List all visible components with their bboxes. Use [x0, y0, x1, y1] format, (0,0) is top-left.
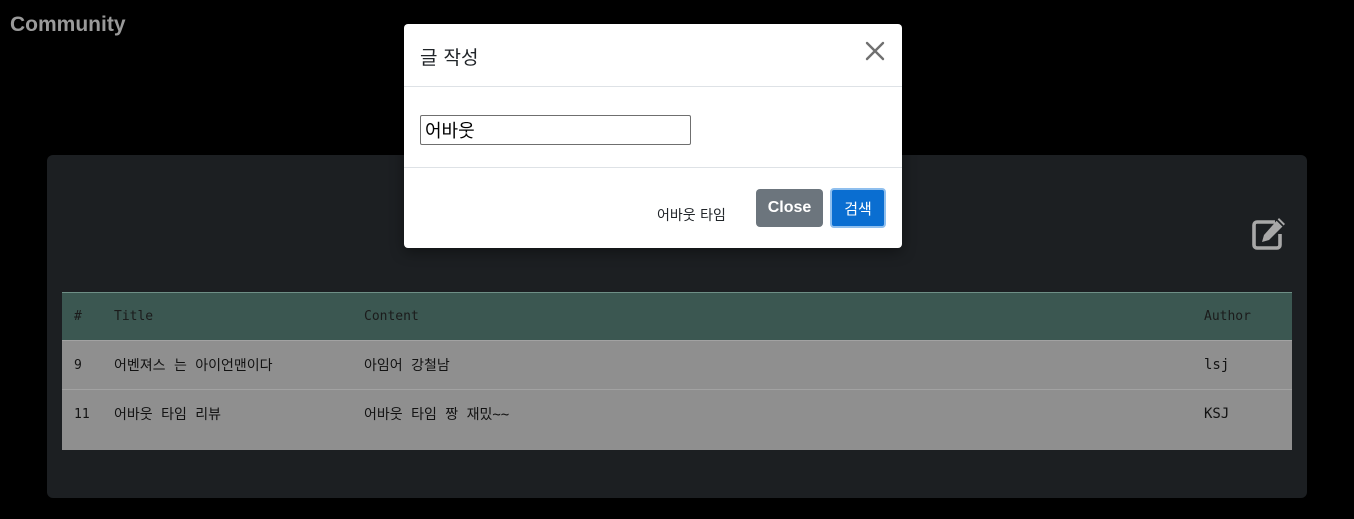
table-header: # Title Content Author — [62, 292, 1292, 340]
search-input[interactable] — [420, 115, 691, 145]
column-header-number: # — [74, 309, 82, 324]
column-header-author: Author — [1204, 309, 1251, 324]
close-button[interactable]: Close — [756, 189, 823, 227]
table-row[interactable]: 9 어벤져스 는 아이언맨이다 아임어 강철남 lsj — [62, 340, 1292, 389]
modal-body — [404, 87, 902, 168]
post-author: lsj — [1204, 357, 1230, 373]
column-header-content: Content — [364, 309, 419, 324]
post-author: KSJ — [1204, 406, 1230, 422]
post-number: 11 — [74, 406, 90, 422]
post-title[interactable]: 어바웃 타임 리뷰 — [114, 390, 221, 438]
brand-title[interactable]: Community — [10, 13, 126, 37]
close-icon[interactable] — [864, 40, 886, 62]
search-result-text: 어바웃 타임 — [657, 208, 726, 224]
edit-icon — [1252, 218, 1285, 250]
column-header-title: Title — [114, 309, 154, 324]
search-button[interactable]: 검색 — [830, 188, 886, 228]
post-number: 9 — [74, 357, 82, 373]
post-content: 어바웃 타임 짱 재밌~~ — [364, 407, 510, 423]
post-title[interactable]: 어벤져스 는 아이언맨이다 — [114, 341, 273, 389]
page: Community # Title Content Author 9 어벤져스 … — [0, 0, 1354, 519]
table-row[interactable]: 11 어바웃 타임 리뷰 어바웃 타임 짱 재밌~~ KSJ — [62, 389, 1292, 438]
write-post-modal: 글 작성 어바웃 타임 Close 검색 — [404, 24, 902, 248]
write-post-button[interactable] — [1248, 215, 1288, 251]
modal-title: 글 작성 — [420, 47, 479, 69]
modal-footer: 어바웃 타임 — [404, 168, 902, 248]
posts-table: # Title Content Author 9 어벤져스 는 아이언맨이다 아… — [62, 292, 1292, 450]
post-content: 아임어 강철남 — [364, 358, 450, 374]
modal-header: 글 작성 — [404, 24, 902, 87]
